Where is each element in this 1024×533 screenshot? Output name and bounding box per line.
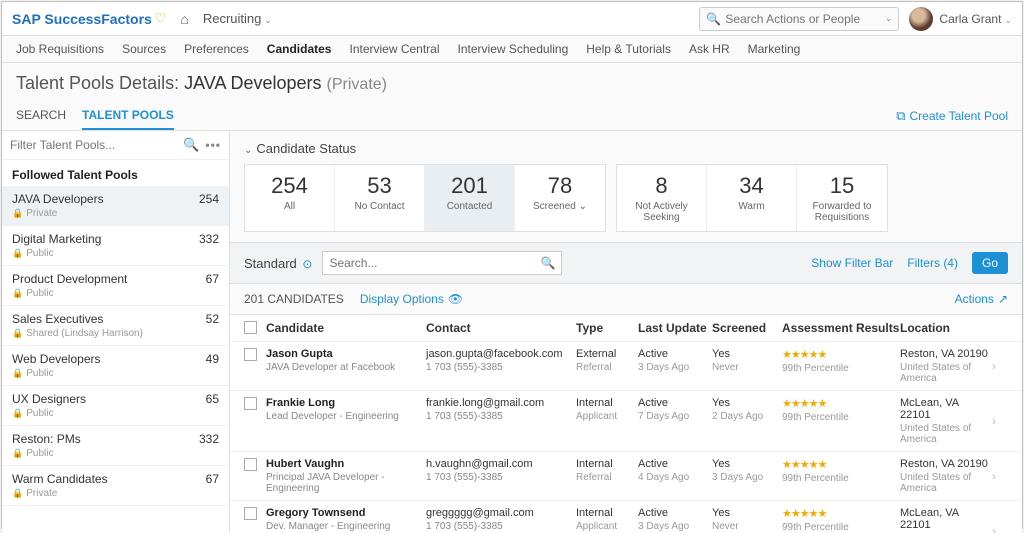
external-link-icon: ↗ [998, 292, 1008, 306]
tab-search[interactable]: SEARCH [16, 102, 66, 130]
sidebar-item-product-development[interactable]: Product Development67🔒Public [2, 266, 229, 306]
tab-talent-pools[interactable]: TALENT POOLS [82, 102, 174, 130]
create-talent-pool-link[interactable]: ⧉ Create Talent Pool [896, 108, 1008, 124]
more-icon[interactable]: ••• [205, 138, 221, 152]
status-tile-no-contact[interactable]: 53No Contact [335, 165, 425, 231]
chevron-down-icon: ⌄ [244, 145, 252, 156]
candidate-search[interactable]: 🔍 [322, 251, 562, 275]
status-tile-contacted[interactable]: 201Contacted [425, 165, 515, 231]
dropdown-icon: ⊙ [302, 257, 312, 271]
table-row[interactable]: Frankie LongLead Developer - Engineering… [230, 391, 1022, 452]
lock-icon: 🔒 [12, 488, 23, 499]
col-contact[interactable]: Contact [426, 321, 576, 335]
status-tile-warm[interactable]: 34Warm [707, 165, 797, 231]
nav-preferences[interactable]: Preferences [184, 42, 249, 56]
module-dropdown[interactable]: Recruiting⌄ [203, 11, 272, 26]
nav-sources[interactable]: Sources [122, 42, 166, 56]
nav-interview-scheduling[interactable]: Interview Scheduling [458, 42, 569, 56]
col-type[interactable]: Type [576, 321, 638, 335]
status-tile-not-actively-seeking[interactable]: 8Not Actively Seeking [617, 165, 707, 231]
page-title: Talent Pools Details: JAVA Developers (P… [2, 63, 1022, 102]
candidate-status-header[interactable]: ⌄Candidate Status [230, 131, 1022, 160]
brand-label: SAP SuccessFactors [12, 11, 152, 27]
lock-icon: 🔒 [12, 248, 23, 259]
status-tile-screened[interactable]: 78Screened ⌄ [515, 165, 605, 231]
nav-ask-hr[interactable]: Ask HR [689, 42, 730, 56]
nav-job-requisitions[interactable]: Job Requisitions [16, 42, 104, 56]
global-search[interactable]: 🔍 ⌄ [699, 7, 899, 31]
user-menu[interactable]: Carla Grant⌄ [939, 12, 1012, 26]
sidebar-item-warm-candidates[interactable]: Warm Candidates67🔒Private [2, 466, 229, 506]
display-options-link[interactable]: Display Options 👁 [360, 292, 463, 306]
chevron-right-icon: › [992, 524, 1008, 533]
col-screened[interactable]: Screened [712, 321, 782, 335]
chevron-right-icon: › [992, 359, 1008, 373]
candidate-count: 201 CANDIDATES [244, 292, 344, 306]
sidebar-item-sales-executives[interactable]: Sales Executives52🔒Shared (Lindsay Harri… [2, 306, 229, 346]
lock-icon: 🔒 [12, 448, 23, 459]
nav-marketing[interactable]: Marketing [748, 42, 801, 56]
candidate-search-input[interactable] [329, 256, 540, 270]
chevron-down-icon: ⌄ [1004, 15, 1012, 25]
actions-link[interactable]: Actions ↗ [955, 292, 1008, 306]
heart-icon: ♡ [154, 10, 167, 27]
nav-candidates[interactable]: Candidates [267, 42, 332, 56]
sidebar-item-ux-designers[interactable]: UX Designers65🔒Public [2, 386, 229, 426]
status-tile-all[interactable]: 254All [245, 165, 335, 231]
lock-icon: 🔒 [12, 368, 23, 379]
table-row[interactable]: Hubert VaughnPrincipal JAVA Developer - … [230, 452, 1022, 501]
go-button[interactable]: Go [972, 252, 1008, 274]
chevron-down-icon: ⌄ [885, 13, 893, 24]
search-icon: 🔍 [541, 256, 556, 270]
lock-icon: 🔒 [12, 408, 23, 419]
lock-icon: 🔒 [12, 288, 23, 299]
show-filter-bar-link[interactable]: Show Filter Bar [811, 256, 893, 270]
chevron-right-icon: › [992, 469, 1008, 483]
global-search-input[interactable] [725, 12, 882, 26]
avatar[interactable] [909, 7, 933, 31]
col-location[interactable]: Location [900, 321, 992, 335]
filter-pools-input[interactable] [10, 138, 183, 152]
table-row[interactable]: Gregory TownsendDev. Manager - Engineeri… [230, 501, 1022, 533]
filters-link[interactable]: Filters (4) [907, 256, 958, 270]
col-last-update[interactable]: Last Update [638, 321, 712, 335]
search-icon[interactable]: 🔍 [183, 137, 199, 153]
row-checkbox[interactable] [244, 458, 257, 471]
chevron-down-icon: ⌄ [264, 15, 272, 25]
sidebar-item-java-developers[interactable]: JAVA Developers254🔒Private [2, 186, 229, 226]
home-icon[interactable]: ⌂ [180, 11, 188, 27]
people-plus-icon: ⧉ [896, 108, 905, 124]
lock-icon: 🔒 [12, 208, 23, 219]
eye-icon: 👁 [448, 292, 463, 306]
followed-pools-header: Followed Talent Pools [2, 160, 229, 186]
nav-help-tutorials[interactable]: Help & Tutorials [586, 42, 671, 56]
select-all-checkbox[interactable] [244, 321, 257, 334]
nav-interview-central[interactable]: Interview Central [349, 42, 439, 56]
sidebar-item-digital-marketing[interactable]: Digital Marketing332🔒Public [2, 226, 229, 266]
col-assessment[interactable]: Assessment Results [782, 321, 900, 335]
row-checkbox[interactable] [244, 507, 257, 520]
view-standard-dropdown[interactable]: Standard ⊙ [244, 256, 312, 271]
table-row[interactable]: Jason GuptaJAVA Developer at Facebookjas… [230, 342, 1022, 391]
sidebar-item-reston-pms[interactable]: Reston: PMs332🔒Public [2, 426, 229, 466]
status-tile-forwarded-to-requisitions[interactable]: 15Forwarded to Requisitions [797, 165, 887, 231]
search-icon: 🔍 [706, 12, 721, 26]
sidebar-item-web-developers[interactable]: Web Developers49🔒Public [2, 346, 229, 386]
col-candidate[interactable]: Candidate [266, 321, 426, 335]
lock-icon: 🔒 [12, 328, 23, 339]
chevron-right-icon: › [992, 414, 1008, 428]
row-checkbox[interactable] [244, 397, 257, 410]
row-checkbox[interactable] [244, 348, 257, 361]
